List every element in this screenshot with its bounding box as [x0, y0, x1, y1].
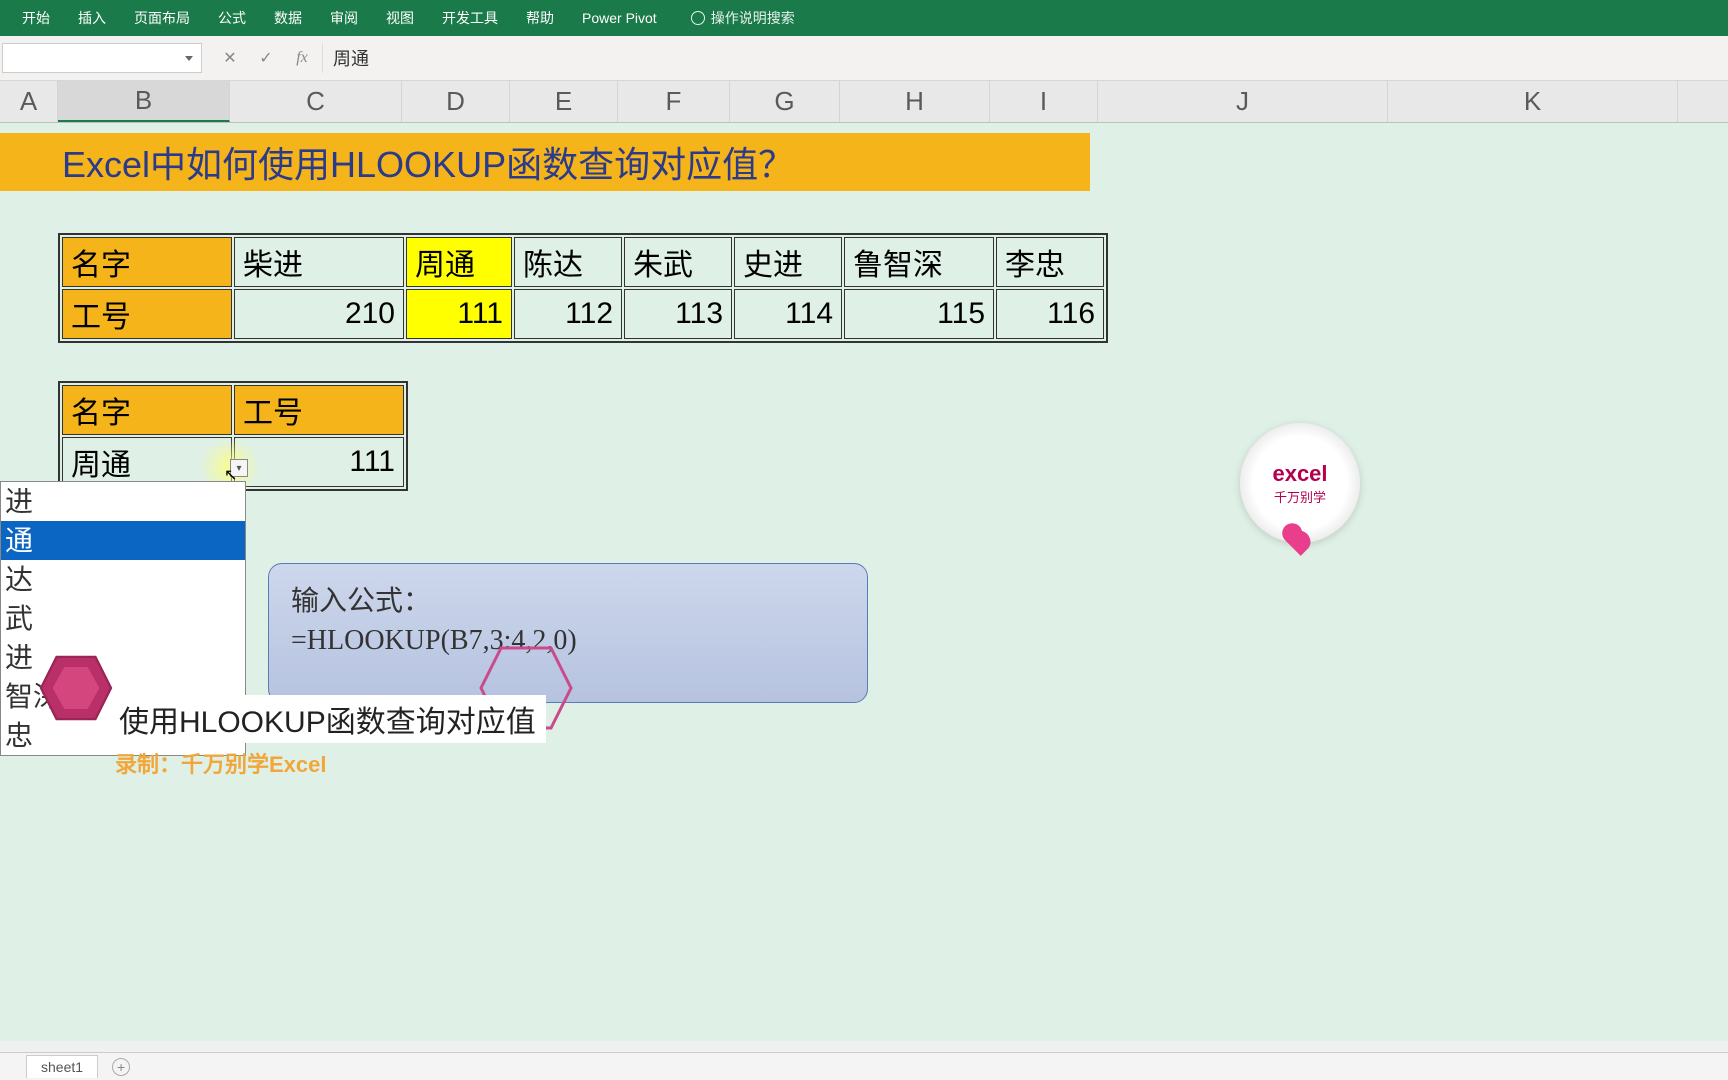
sheet-tab-1[interactable]: sheet1	[26, 1055, 98, 1078]
hexagon-icon	[36, 653, 116, 723]
t1-id-cell[interactable]: 113	[624, 289, 732, 339]
ribbon-tab-layout[interactable]: 页面布局	[120, 0, 204, 36]
ribbon-tab-review[interactable]: 审阅	[316, 0, 372, 36]
t1-name-cell[interactable]: 陈达	[514, 237, 622, 287]
logo-text-1: excel	[1272, 461, 1327, 487]
ribbon-tab-dev[interactable]: 开发工具	[428, 0, 512, 36]
dropdown-item[interactable]: 达	[1, 560, 245, 599]
col-header-I[interactable]: I	[990, 81, 1098, 122]
sheet-tabs: sheet1 +	[0, 1052, 1728, 1080]
dropdown-item[interactable]: 武	[1, 599, 245, 638]
col-header-J[interactable]: J	[1098, 81, 1388, 122]
col-header-F[interactable]: F	[618, 81, 730, 122]
col-header-C[interactable]: C	[230, 81, 402, 122]
col-header-E[interactable]: E	[510, 81, 618, 122]
ribbon-tab-help[interactable]: 帮助	[512, 0, 568, 36]
t1-rowlabel-id: 工号	[62, 289, 232, 339]
t1-id-cell[interactable]: 111	[406, 289, 512, 339]
watermark-logo: excel 千万别学	[1240, 423, 1360, 543]
col-header-H[interactable]: H	[840, 81, 990, 122]
col-header-G[interactable]: G	[730, 81, 840, 122]
accept-formula-icon[interactable]: ✓	[254, 46, 278, 70]
t1-id-cell[interactable]: 210	[234, 289, 404, 339]
dropdown-item[interactable]: 通	[1, 521, 245, 560]
ribbon-tab-insert[interactable]: 插入	[64, 0, 120, 36]
lookup-header-id: 工号	[234, 385, 404, 435]
tell-me-search[interactable]: 操作说明搜索	[691, 8, 795, 28]
t1-id-cell[interactable]: 112	[514, 289, 622, 339]
caption-author: 录制：千万别学Excel	[115, 747, 546, 779]
t1-name-cell[interactable]: 朱武	[624, 237, 732, 287]
ribbon-tab-view[interactable]: 视图	[372, 0, 428, 36]
t1-id-cell[interactable]: 116	[996, 289, 1104, 339]
fx-icon[interactable]: fx	[290, 46, 314, 70]
column-headers: ABCDEFGHIJK	[0, 81, 1728, 123]
formula-input[interactable]: 周通	[322, 43, 1728, 73]
t1-name-cell[interactable]: 柴进	[234, 237, 404, 287]
page-title: Excel中如何使用HLOOKUP函数查询对应值？	[0, 133, 1090, 191]
name-box[interactable]	[2, 43, 202, 73]
ribbon-tab-formula[interactable]: 公式	[204, 0, 260, 36]
data-table-1: 名字柴进周通陈达朱武史进鲁智深李忠工号210111112113114115116	[58, 233, 1108, 343]
formula-bar-area: ✕ ✓ fx 周通	[0, 36, 1728, 81]
col-header-A[interactable]: A	[0, 81, 58, 122]
heart-icon	[1285, 526, 1315, 556]
t1-name-cell[interactable]: 李忠	[996, 237, 1104, 287]
t1-name-cell[interactable]: 史进	[734, 237, 842, 287]
dropdown-item[interactable]: 进	[1, 482, 245, 521]
t1-rowlabel-name: 名字	[62, 237, 232, 287]
lightbulb-icon	[691, 11, 705, 25]
ribbon-tab-powerpivot[interactable]: Power Pivot	[568, 0, 671, 36]
lookup-name-cell[interactable]: 周通	[62, 437, 232, 487]
tell-me-label: 操作说明搜索	[711, 8, 795, 28]
add-sheet-button[interactable]: +	[112, 1058, 130, 1076]
t1-id-cell[interactable]: 115	[844, 289, 994, 339]
cancel-formula-icon[interactable]: ✕	[218, 46, 242, 70]
t1-id-cell[interactable]: 114	[734, 289, 842, 339]
col-header-B[interactable]: B	[58, 81, 230, 122]
caption-title: 使用HLOOKUP函数查询对应值	[115, 695, 546, 743]
lookup-header-name: 名字	[62, 385, 232, 435]
t1-name-cell[interactable]: 周通	[406, 237, 512, 287]
lookup-id-cell[interactable]: 111	[234, 437, 404, 487]
ribbon-tab-start[interactable]: 开始	[8, 0, 64, 36]
callout-label: 输入公式：	[291, 582, 845, 621]
col-header-D[interactable]: D	[402, 81, 510, 122]
video-caption: 使用HLOOKUP函数查询对应值 录制：千万别学Excel	[115, 695, 546, 779]
col-header-K[interactable]: K	[1388, 81, 1678, 122]
spreadsheet: ABCDEFGHIJK Excel中如何使用HLOOKUP函数查询对应值？ 名字…	[0, 81, 1728, 1041]
t1-name-cell[interactable]: 鲁智深	[844, 237, 994, 287]
ribbon: 开始 插入 页面布局 公式 数据 审阅 视图 开发工具 帮助 Power Piv…	[0, 0, 1728, 36]
logo-text-2: 千万别学	[1274, 487, 1326, 506]
ribbon-tab-data[interactable]: 数据	[260, 0, 316, 36]
